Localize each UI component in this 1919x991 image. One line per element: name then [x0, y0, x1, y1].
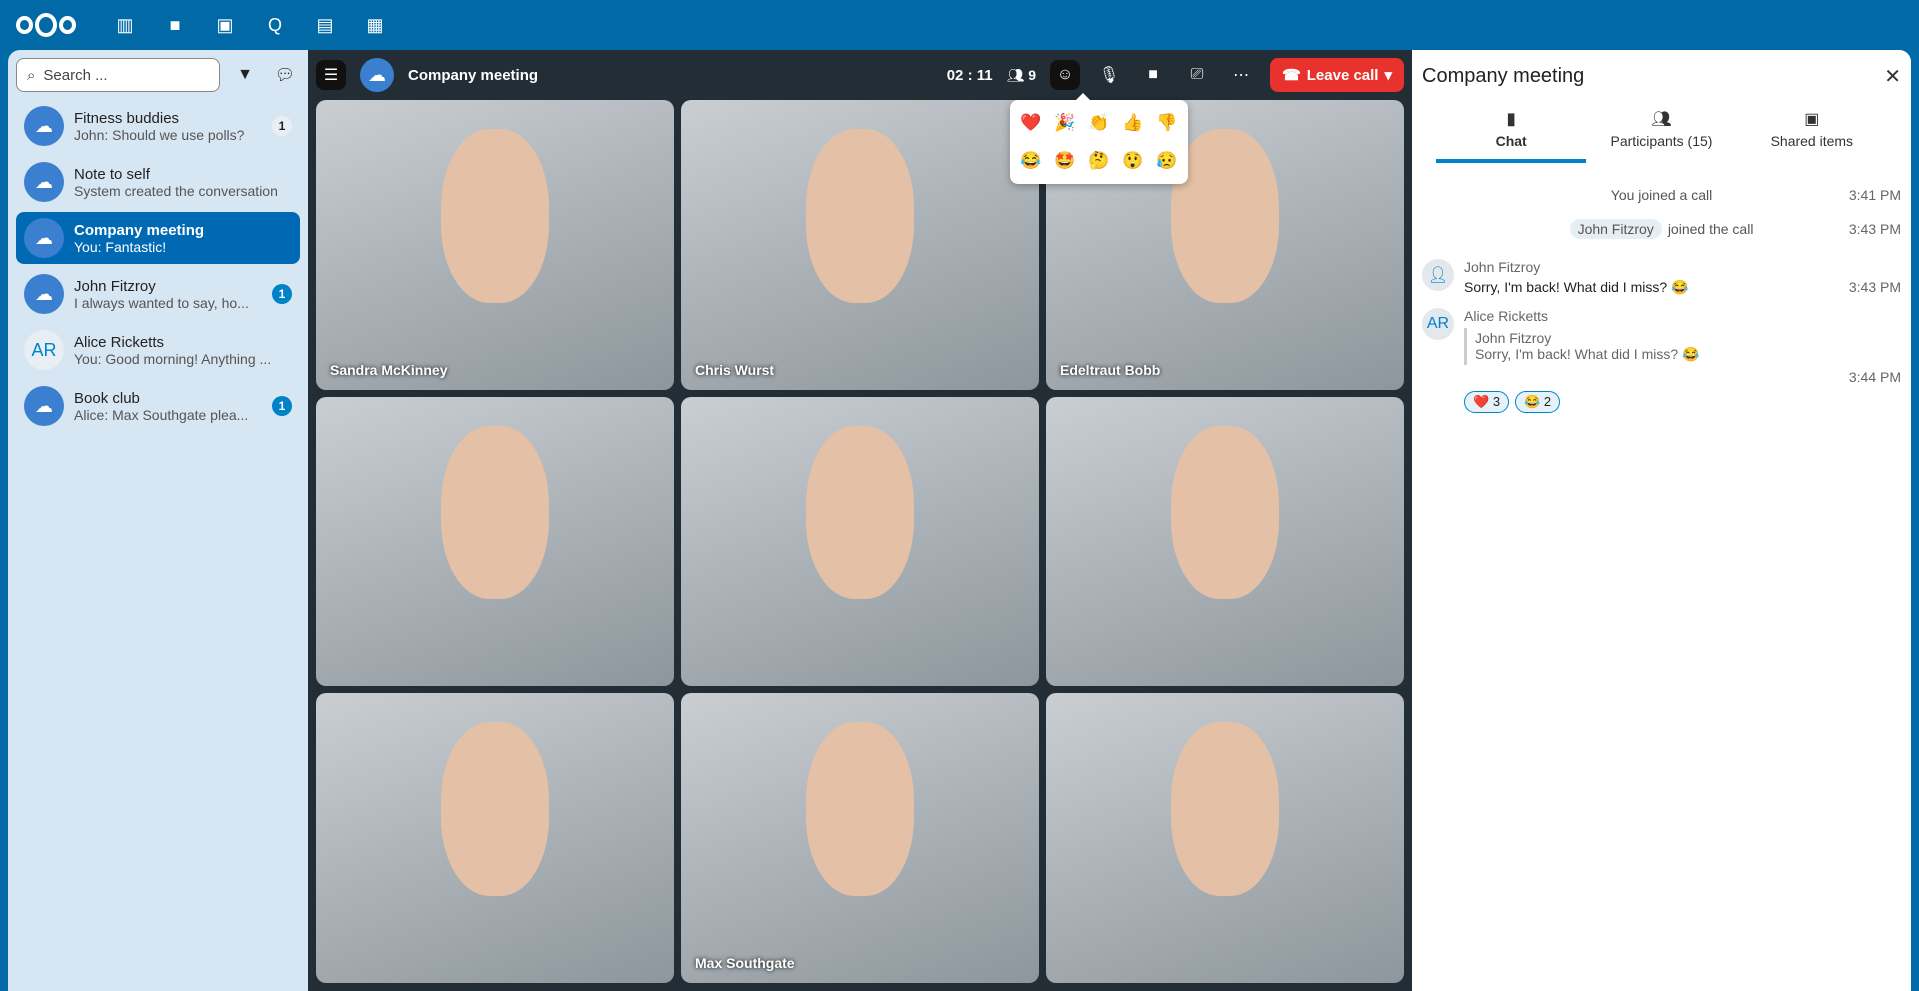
user-mention[interactable]: John Fitzroy — [1569, 219, 1662, 239]
conversation-item[interactable]: ☁ Fitness buddies John: Should we use pol… — [16, 100, 300, 152]
reaction-option[interactable]: 😂 — [1020, 151, 1041, 171]
conversation-item[interactable]: ☁ Company meeting You: Fantastic! — [16, 212, 300, 264]
video-tile[interactable] — [1046, 396, 1404, 687]
avatar: 👤︎ — [1422, 259, 1454, 291]
participant-video — [441, 128, 549, 303]
reaction-option[interactable]: ❤️ — [1020, 113, 1041, 133]
talk-icon[interactable]: Q — [250, 15, 300, 36]
reactions-icon[interactable]: ☺ — [1050, 60, 1081, 90]
unread-badge: 1 — [272, 396, 292, 416]
reaction-chip[interactable]: 😂 2 — [1515, 391, 1561, 413]
panel-title: Company meeting — [1422, 65, 1585, 87]
conversation-avatar: AR — [24, 330, 64, 370]
deck-icon[interactable]: ▦ — [350, 15, 400, 36]
reaction-option[interactable]: 😥 — [1156, 151, 1177, 171]
camera-icon[interactable]: ■ — [1138, 60, 1168, 90]
quoted-message: John Fitzroy Sorry, I'm back! What did I … — [1464, 328, 1901, 365]
search-icon: ⌕ — [27, 66, 36, 84]
video-tile[interactable] — [316, 396, 674, 687]
chat-message: AR Alice Ricketts John Fitzroy Sorry, I'm… — [1422, 308, 1901, 413]
video-tile[interactable]: Sandra McKinney — [316, 100, 674, 390]
more-icon[interactable]: ⋯ — [1226, 60, 1256, 90]
conversation-avatar: ☁ — [360, 58, 394, 92]
participant-name: Sandra McKinney — [330, 361, 448, 378]
video-tile[interactable]: Max Southgate — [681, 693, 1039, 983]
conversation-sidebar: ⌕ Search ... ▼ 💬︎ ☁ Fitness buddies John: … — [8, 50, 308, 991]
tab-participants[interactable]: 👥︎ Participants (15) — [1586, 103, 1736, 163]
reaction-option[interactable]: 👎 — [1156, 113, 1177, 133]
call-title: Company meeting — [408, 66, 539, 84]
reaction-option[interactable]: 😲 — [1122, 151, 1143, 171]
participant-video — [1171, 425, 1279, 600]
system-message: You joined a call 3:41 PM — [1610, 187, 1901, 203]
reaction-option[interactable]: 👏 — [1088, 113, 1109, 133]
participant-video — [806, 425, 914, 600]
tab-chat[interactable]: ▮ Chat — [1436, 103, 1587, 163]
phone-hangup-icon: ☎ — [1282, 67, 1301, 84]
participant-name: Max Southgate — [695, 954, 795, 971]
reaction-option[interactable]: 🤔 — [1088, 151, 1109, 171]
avatar: AR — [1422, 308, 1454, 340]
close-icon[interactable]: ✕ — [1884, 64, 1901, 89]
tab-shared-items[interactable]: ▣ Shared items — [1737, 103, 1887, 163]
unread-badge: 1 — [272, 284, 292, 304]
chat-message: 👤︎ John Fitzroy Sorry, I'm back! What did… — [1422, 259, 1901, 296]
calendar-icon[interactable]: ▤ — [300, 15, 350, 36]
search-placeholder: Search ... — [43, 66, 108, 84]
dashboard-icon[interactable]: ▥ — [100, 15, 150, 36]
shared-items-icon: ▣ — [1804, 111, 1820, 128]
conversation-avatar: ☁ — [24, 386, 64, 426]
conversation-item[interactable]: ☁ John Fitzroy I always wanted to say, ho… — [16, 268, 300, 320]
reaction-chip[interactable]: ❤️ 3 — [1464, 391, 1510, 413]
conversation-item[interactable]: ☁ Note to self System created the convers… — [16, 156, 300, 208]
video-tile[interactable]: Chris Wurst — [681, 100, 1039, 390]
participants-icon: 👥︎ — [1651, 111, 1672, 128]
participant-video — [441, 425, 549, 600]
photos-icon[interactable]: ▣ — [200, 15, 250, 36]
reaction-option[interactable]: 🎉 — [1054, 113, 1075, 133]
toggle-sidebar-icon[interactable]: ☰ — [316, 60, 346, 90]
system-message: John Fitzroy joined the call 3:43 PM — [1422, 211, 1901, 247]
conversation-avatar: ☁ — [24, 274, 64, 314]
unread-badge: 1 — [272, 116, 292, 136]
video-tile[interactable] — [316, 693, 674, 983]
conversation-item[interactable]: ☁ Book club Alice: Max Southgate plea... … — [16, 380, 300, 432]
reactions-popup: ❤️ 🎉 👏 👍 👎 😂 🤩 🤔 😲 😥 — [1010, 93, 1188, 184]
video-tile[interactable] — [1046, 693, 1404, 983]
top-header: ▥ ■ ▣ Q ▤ ▦ ⌕ 🔔︎ ▤ MS — [0, 0, 1919, 991]
reaction-option[interactable]: 🤩 — [1054, 151, 1075, 171]
participant-name: Chris Wurst — [695, 361, 775, 378]
nextcloud-logo[interactable] — [16, 13, 76, 37]
conversation-avatar: ☁ — [24, 218, 64, 258]
call-view: ☰ ☁ Company meeting 02 : 11 👥︎ 9 ☺ 🎙︎ ■ … — [308, 50, 1412, 991]
right-sidebar: Company meeting ✕ ▮ Chat 👥︎ Participants (1… — [1412, 50, 1911, 991]
reaction-option[interactable]: 👍 — [1122, 113, 1143, 133]
files-icon[interactable]: ■ — [150, 15, 200, 36]
participant-video — [441, 722, 549, 897]
call-timer: 02 : 11 — [946, 66, 993, 84]
participants-count[interactable]: 👥︎ 9 — [1007, 67, 1036, 84]
conversation-avatar: ☁ — [24, 162, 64, 202]
filter-icon[interactable]: ▼ — [230, 60, 260, 90]
participant-video — [806, 128, 914, 303]
screen-share-icon[interactable]: ⎚ — [1182, 60, 1212, 90]
video-tile[interactable] — [681, 396, 1039, 687]
leave-call-button[interactable]: ☎ Leave call ▾ — [1270, 58, 1404, 92]
microphone-icon[interactable]: 🎙︎ — [1094, 60, 1124, 90]
search-input[interactable]: ⌕ Search ... — [16, 58, 220, 92]
participant-name: Edeltraut Bobb — [1060, 361, 1161, 378]
conversation-avatar: ☁ — [24, 106, 64, 146]
conversation-item[interactable]: AR Alice Ricketts You: Good morning! Anyt… — [16, 324, 300, 376]
participant-video — [806, 722, 914, 897]
chat-icon: ▮ — [1506, 111, 1516, 128]
participant-video — [1171, 722, 1279, 897]
new-conversation-icon[interactable]: 💬︎ — [270, 60, 300, 90]
